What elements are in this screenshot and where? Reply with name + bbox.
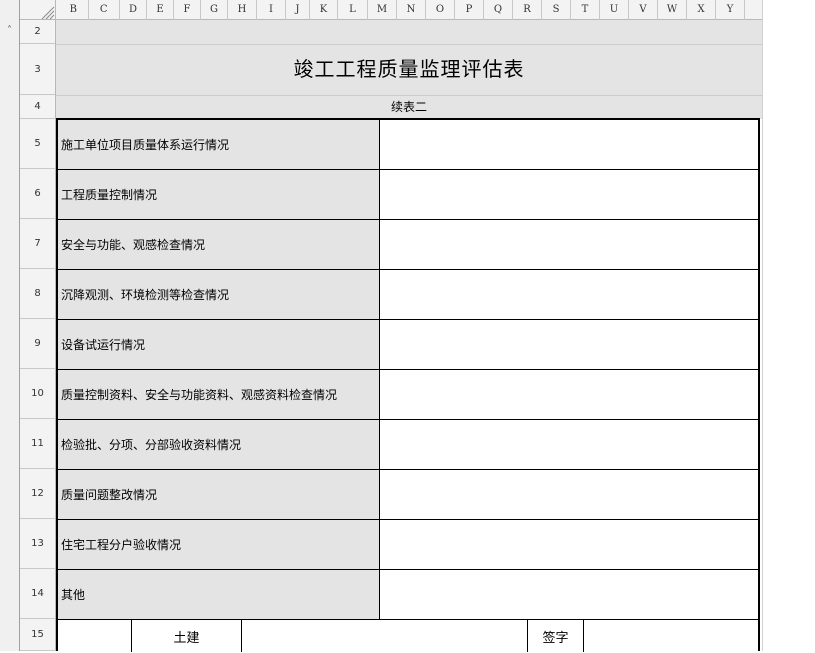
row-header[interactable]: 10	[20, 369, 55, 419]
row-header[interactable]: 14	[20, 569, 55, 619]
row15-blank-cell[interactable]	[58, 620, 132, 652]
row-label[interactable]: 工程质量控制情况	[58, 170, 380, 219]
row-label[interactable]: 检验批、分项、分部验收资料情况	[58, 420, 380, 469]
form-row: 设备试运行情况	[58, 320, 758, 370]
column-header[interactable]: W	[658, 0, 687, 20]
row-label[interactable]: 施工单位项目质量体系运行情况	[58, 120, 380, 169]
column-header[interactable]: B	[59, 0, 89, 20]
column-header[interactable]: J	[286, 0, 310, 20]
column-header[interactable]: Q	[484, 0, 513, 20]
row-header[interactable]: 5	[20, 119, 55, 169]
row-value-cell[interactable]	[380, 120, 758, 169]
column-header[interactable]: I	[257, 0, 286, 20]
row-value-cell[interactable]	[380, 520, 758, 569]
form-row: 其他	[58, 570, 758, 620]
column-header[interactable]: P	[455, 0, 484, 20]
signature-row: 土建 签字	[58, 620, 758, 653]
row-label[interactable]: 安全与功能、观感检查情况	[58, 220, 380, 269]
row-header[interactable]: 11	[20, 419, 55, 469]
signature-label[interactable]: 签字	[528, 620, 584, 652]
column-header[interactable]: X	[687, 0, 716, 20]
page-title: 竣工工程质量监理评估表	[293, 57, 525, 81]
row-label[interactable]: 质量问题整改情况	[58, 470, 380, 519]
column-header[interactable]: U	[600, 0, 629, 20]
select-all-corner[interactable]	[20, 0, 56, 20]
scroll-up-arrow-icon[interactable]: ˄	[0, 22, 19, 40]
row-value-cell[interactable]	[380, 220, 758, 269]
column-header[interactable]: C	[89, 0, 120, 20]
row-value-cell[interactable]	[380, 320, 758, 369]
column-header[interactable]: O	[426, 0, 455, 20]
column-header[interactable]: D	[120, 0, 147, 20]
row-value-cell[interactable]	[380, 420, 758, 469]
civil-works-value[interactable]	[242, 620, 528, 652]
row-value-cell[interactable]	[380, 370, 758, 419]
row-header[interactable]: 9	[20, 319, 55, 369]
row-value-cell[interactable]	[380, 470, 758, 519]
form-row: 施工单位项目质量体系运行情况	[58, 120, 758, 170]
column-header[interactable]: G	[201, 0, 228, 20]
left-scroll-strip	[0, 0, 20, 651]
signature-value[interactable]	[584, 620, 758, 652]
civil-works-label[interactable]: 土建	[132, 620, 242, 652]
row-label[interactable]: 设备试运行情况	[58, 320, 380, 369]
row-header[interactable]: 15	[20, 619, 55, 651]
column-header-bar: BCDEFGHIJKLMNOPQRSTUVWXY	[56, 0, 762, 20]
row-header-bar: 2 3 4 5 6 7 8 9 10 11 12 13 14 15	[20, 20, 56, 651]
row-header[interactable]: 12	[20, 469, 55, 519]
column-header[interactable]: V	[629, 0, 658, 20]
page-subtitle: 续表二	[390, 100, 427, 114]
row-header[interactable]: 3	[20, 44, 55, 95]
row-label[interactable]: 沉降观测、环境检测等检查情况	[58, 270, 380, 319]
column-header[interactable]: F	[174, 0, 201, 20]
column-header[interactable]: M	[368, 0, 397, 20]
row-label[interactable]: 质量控制资料、安全与功能资料、观感资料检查情况	[58, 370, 380, 419]
row-header[interactable]: 6	[20, 169, 55, 219]
row-value-cell[interactable]	[380, 170, 758, 219]
row-value-cell[interactable]	[380, 270, 758, 319]
row-label[interactable]: 其他	[58, 570, 380, 619]
column-header[interactable]: H	[228, 0, 257, 20]
row-value-cell[interactable]	[380, 570, 758, 619]
right-empty-pane	[762, 0, 815, 651]
corner-resize-icon	[41, 6, 55, 20]
column-header[interactable]: S	[542, 0, 571, 20]
row-header[interactable]: 2	[20, 20, 55, 44]
row-header[interactable]: 13	[20, 519, 55, 569]
row-header[interactable]: 4	[20, 95, 55, 119]
form-row: 沉降观测、环境检测等检查情况	[58, 270, 758, 320]
column-header[interactable]: Y	[716, 0, 745, 20]
row-header[interactable]: 8	[20, 269, 55, 319]
form-row: 质量控制资料、安全与功能资料、观感资料检查情况	[58, 370, 758, 420]
column-header[interactable]: E	[147, 0, 174, 20]
column-header[interactable]: T	[571, 0, 600, 20]
evaluation-table: 施工单位项目质量体系运行情况 工程质量控制情况 安全与功能、观感检查情况 沉降观测、环…	[56, 118, 760, 653]
column-header[interactable]: K	[310, 0, 338, 20]
form-row: 安全与功能、观感检查情况	[58, 220, 758, 270]
column-header[interactable]: N	[397, 0, 426, 20]
row-label[interactable]: 住宅工程分户验收情况	[58, 520, 380, 569]
row-header[interactable]: 7	[20, 219, 55, 269]
column-header[interactable]: L	[338, 0, 368, 20]
form-row: 质量问题整改情况	[58, 470, 758, 520]
form-row: 工程质量控制情况	[58, 170, 758, 220]
form-row: 检验批、分项、分部验收资料情况	[58, 420, 758, 470]
column-header[interactable]: R	[513, 0, 542, 20]
form-row: 住宅工程分户验收情况	[58, 520, 758, 570]
